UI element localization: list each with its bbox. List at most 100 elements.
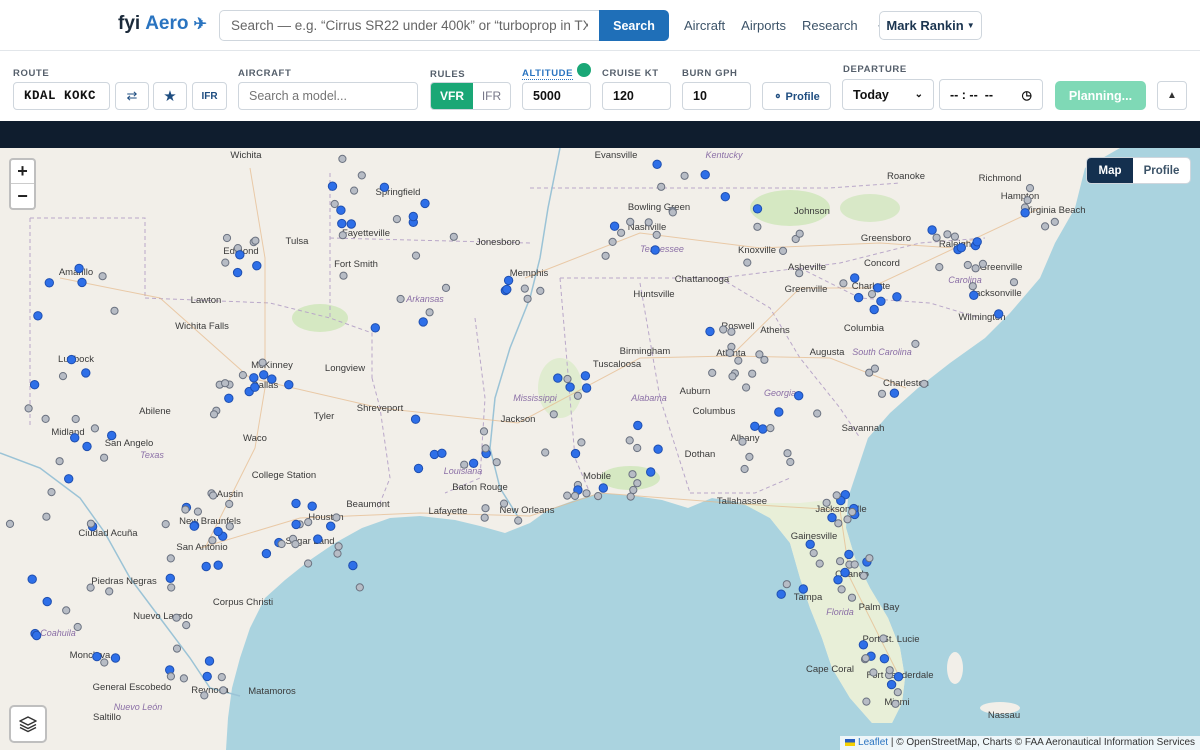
airport-marker[interactable] [481,444,490,453]
airport-marker[interactable] [225,522,234,531]
airport-marker[interactable] [843,515,852,524]
airport-marker[interactable] [740,464,749,474]
airport-marker[interactable] [822,498,831,507]
airport-marker[interactable] [652,159,662,169]
airport-marker[interactable] [847,593,857,602]
airport-marker[interactable] [217,673,226,682]
airport-marker[interactable] [994,309,1004,319]
airport-marker[interactable] [653,444,663,454]
airport-marker[interactable] [277,539,286,549]
airport-marker[interactable] [338,231,347,240]
airport-marker[interactable] [738,437,747,446]
airport-marker[interactable] [834,519,843,528]
airport-marker[interactable] [460,460,469,469]
airport-marker[interactable] [47,488,56,497]
airport-marker[interactable] [5,519,15,528]
airport-marker[interactable] [950,232,960,241]
airport-marker[interactable] [337,218,347,229]
airport-marker[interactable] [837,585,846,594]
airport-marker[interactable] [166,554,175,563]
airport-marker[interactable] [850,560,859,569]
airport-marker[interactable] [304,559,313,568]
airport-marker[interactable] [629,485,638,495]
airport-marker[interactable] [334,542,343,551]
airport-marker[interactable] [200,691,209,700]
airport-marker[interactable] [357,171,366,180]
airport-marker[interactable] [179,674,188,683]
airport-marker[interactable] [410,414,421,424]
airport-marker[interactable] [617,228,626,237]
airport-marker[interactable] [1041,222,1050,231]
airport-marker[interactable] [304,518,313,527]
airport-marker[interactable] [565,382,575,392]
airport-marker[interactable] [523,294,532,303]
airport-marker[interactable] [481,504,490,513]
cruise-input[interactable]: 120 [602,82,671,110]
airport-marker[interactable] [877,389,887,398]
airport-marker[interactable] [70,433,80,443]
airport-marker[interactable] [608,237,617,247]
airport-marker[interactable] [573,391,583,400]
airport-marker[interactable] [633,479,642,488]
user-menu-button[interactable]: Mark Rankin ▼ [879,11,982,40]
airport-marker[interactable] [873,283,883,293]
airport-marker[interactable] [972,237,982,247]
airport-marker[interactable] [193,507,202,516]
airport-marker[interactable] [355,583,364,592]
airport-marker[interactable] [437,448,447,458]
airport-marker[interactable] [827,512,837,523]
airport-marker[interactable] [250,382,260,392]
airport-marker[interactable] [224,393,234,404]
airport-marker[interactable] [748,369,757,378]
airport-marker[interactable] [232,267,243,278]
airport-marker[interactable] [41,414,50,423]
airport-marker[interactable] [1009,278,1019,287]
airport-marker[interactable] [441,283,451,292]
airport-marker[interactable] [563,491,572,500]
airport-marker[interactable] [708,368,717,377]
airport-marker[interactable] [963,260,972,270]
airport-marker[interactable] [86,519,96,528]
airport-marker[interactable] [848,507,857,517]
airport-marker[interactable] [29,380,40,390]
airport-marker[interactable] [876,296,886,307]
airport-marker[interactable] [581,383,592,393]
airport-marker[interactable] [932,233,941,242]
favorite-route-button[interactable]: ★ [153,82,187,110]
airport-marker[interactable] [107,430,117,441]
airport-marker[interactable] [252,261,262,271]
airport-marker[interactable] [1050,217,1059,227]
airport-marker[interactable] [66,354,77,365]
airport-marker[interactable] [339,271,348,280]
airport-marker[interactable] [809,549,818,558]
airport-marker[interactable] [110,653,121,663]
airport-marker[interactable] [348,560,358,571]
airport-marker[interactable] [570,491,580,500]
airport-marker[interactable] [411,251,421,260]
airport-marker[interactable] [209,410,219,419]
airport-marker[interactable] [850,273,860,283]
airport-marker[interactable] [865,554,874,563]
airport-marker[interactable] [418,317,428,327]
airport-marker[interactable] [536,286,545,295]
airport-marker[interactable] [580,371,591,381]
airport-marker[interactable] [783,449,792,458]
airport-marker[interactable] [55,457,64,466]
departure-select[interactable]: Today ⌄ [842,79,934,110]
airport-marker[interactable] [166,672,175,681]
airport-marker[interactable] [911,339,920,348]
airport-marker[interactable] [805,539,815,549]
leaflet-link[interactable]: Leaflet [858,737,888,748]
airport-marker[interactable] [609,221,620,231]
airport-marker[interactable] [291,540,300,549]
altitude-label[interactable]: ALTITUDE [522,68,574,80]
airport-marker[interactable] [182,621,191,630]
airport-marker[interactable] [71,414,80,424]
airport-marker[interactable] [238,371,247,380]
airport-marker[interactable] [492,458,501,467]
airport-marker[interactable] [626,217,635,227]
airport-marker[interactable] [208,536,217,545]
airport-marker[interactable] [189,521,199,531]
collapse-planner-button[interactable]: ▲ [1157,81,1187,110]
airport-marker[interactable] [833,575,843,585]
